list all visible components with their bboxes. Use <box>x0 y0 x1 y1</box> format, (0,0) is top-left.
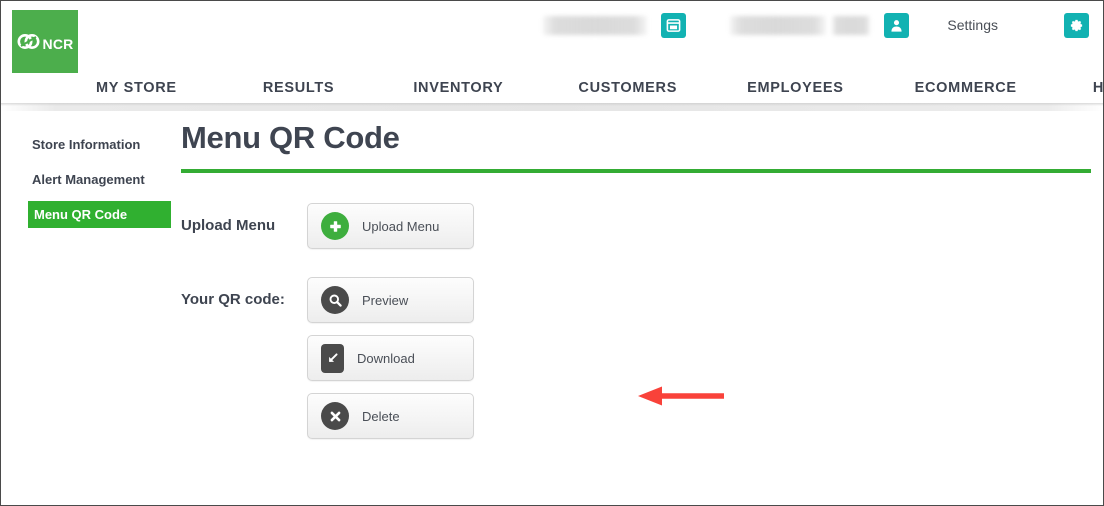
main-panel: Menu QR Code Upload Menu Upload Menu You… <box>181 120 1093 453</box>
store-icon[interactable] <box>661 12 687 38</box>
qr-code-row: Your QR code: Preview Download Delete <box>181 277 1093 440</box>
nav-item-customers[interactable]: CUSTOMERS <box>578 80 677 96</box>
qr-code-label: Your QR code: <box>181 291 285 309</box>
user-name-redacted-2 <box>832 15 871 35</box>
store-name-redacted <box>543 15 648 35</box>
download-arrow-icon <box>321 343 344 373</box>
title-underline <box>181 169 1091 174</box>
delete-button[interactable]: Delete <box>307 393 474 440</box>
user-account-icon[interactable] <box>884 12 910 38</box>
main-navigation: MY STORE RESULTS INVENTORY CUSTOMERS EMP… <box>1 73 1103 103</box>
upload-menu-button-label: Upload Menu <box>362 218 440 234</box>
nav-item-results[interactable]: RESULTS <box>263 80 335 96</box>
settings-link[interactable]: Settings <box>947 17 998 33</box>
sidebar-item-store-information[interactable]: Store Information <box>28 131 171 158</box>
download-button-label: Download <box>357 350 415 366</box>
nav-item-help[interactable]: HELP <box>1093 80 1103 96</box>
nav-item-employees[interactable]: EMPLOYEES <box>747 80 844 96</box>
app-window: NCR Settings MY STORE RESULTS INVENTORY … <box>0 0 1104 506</box>
red-left-arrow <box>632 383 728 409</box>
sidebar: Store Information Alert Management Menu … <box>28 131 171 236</box>
nav-item-my-store[interactable]: MY STORE <box>96 80 177 96</box>
sidebar-item-menu-qr-code[interactable]: Menu QR Code <box>28 201 171 228</box>
nav-item-ecommerce[interactable]: ECOMMERCE <box>915 80 1017 96</box>
magnifier-circle-icon <box>321 286 349 315</box>
top-bar: NCR Settings <box>1 1 1103 77</box>
x-circle-icon <box>321 402 349 431</box>
account-area: Settings <box>543 9 1089 41</box>
nav-item-inventory[interactable]: INVENTORY <box>413 80 503 96</box>
preview-button-label: Preview <box>362 292 409 308</box>
plus-circle-icon <box>321 212 349 241</box>
download-button[interactable]: Download <box>307 335 474 382</box>
page-title: Menu QR Code <box>181 120 400 155</box>
preview-button[interactable]: Preview <box>307 277 474 324</box>
upload-menu-label: Upload Menu <box>181 217 276 235</box>
upload-menu-row: Upload Menu Upload Menu <box>181 203 1093 250</box>
page-content: Store Information Alert Management Menu … <box>1 103 1103 440</box>
ncr-interlocking-rings-icon <box>17 33 41 55</box>
gear-icon[interactable] <box>1064 12 1089 38</box>
logo-text: NCR <box>42 35 74 52</box>
upload-menu-button[interactable]: Upload Menu <box>307 203 474 250</box>
delete-button-label: Delete <box>362 408 400 424</box>
user-name-redacted <box>730 15 827 35</box>
sidebar-item-alert-management[interactable]: Alert Management <box>28 166 171 193</box>
ncr-logo[interactable]: NCR <box>12 10 78 77</box>
